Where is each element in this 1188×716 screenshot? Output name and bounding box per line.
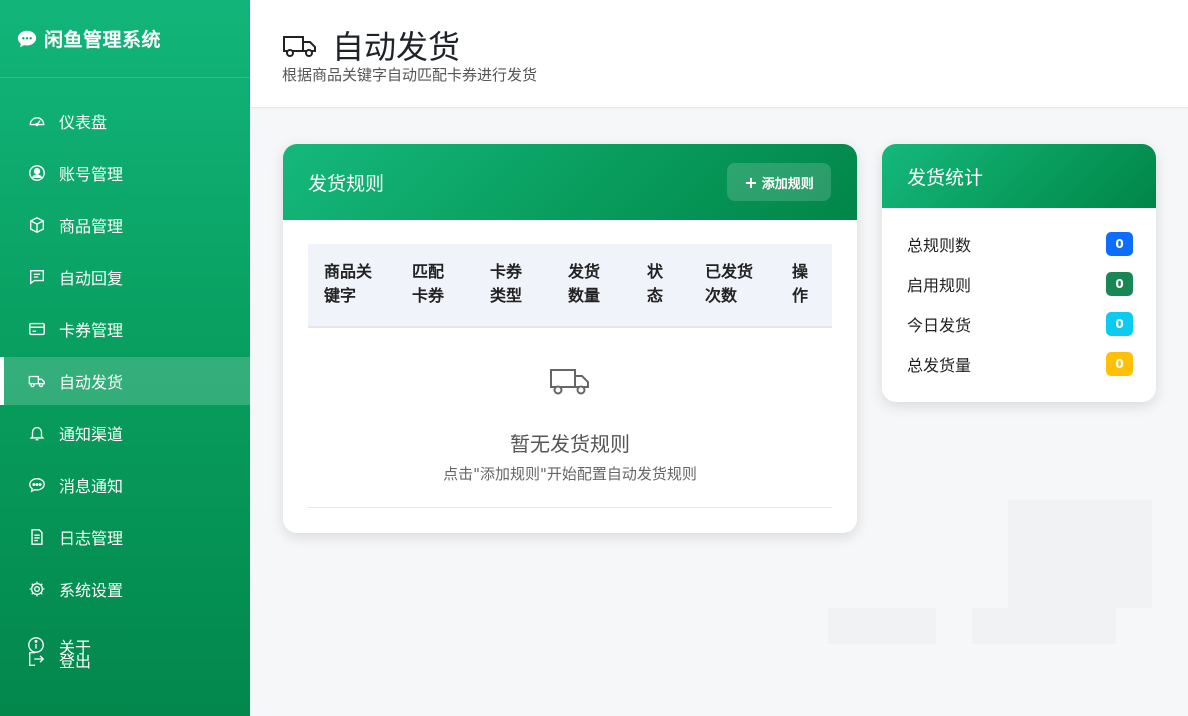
stat-total-rules: 总规则数 0 — [907, 230, 1133, 258]
sidebar-item-label: 仪表盘 — [59, 113, 108, 132]
gear-icon — [27, 579, 47, 599]
stat-total-delivered: 总发货量 0 — [907, 350, 1133, 378]
sidebar-item-auto-delivery[interactable]: 自动发货 — [0, 357, 250, 405]
delivery-rules-card: 发货规则 + 添加规则 商品关 键字 匹配 卡券 卡券 类型 发货 数量 状态 已发货次… — [283, 144, 857, 533]
sidebar-nav: 仪表盘 账号管理 商品管理 自动回复 卡券管理 自动发货 通知渠道 消息通知 日… — [0, 97, 250, 617]
stat-label: 总发货量 — [907, 356, 972, 375]
sidebar-item-label: 日志管理 — [59, 529, 124, 548]
page-header: 自动发货 根据商品关键字自动匹配卡券进行发货 — [250, 0, 1188, 108]
column-header[interactable]: 发货 数量 — [552, 244, 631, 328]
sidebar-item-label: 登出 — [59, 652, 92, 671]
sidebar-item-label: 商品管理 — [59, 217, 124, 236]
card-icon — [27, 319, 47, 339]
stat-badge: 0 — [1106, 312, 1133, 336]
message-square-icon — [27, 267, 47, 287]
column-header[interactable]: 匹配 卡券 — [396, 244, 474, 328]
logout-icon — [27, 650, 47, 670]
column-header[interactable]: 操作 — [776, 244, 832, 328]
plus-icon: + — [744, 172, 758, 192]
sidebar-item-label: 自动发货 — [59, 373, 124, 392]
stat-label: 总规则数 — [907, 236, 972, 255]
document-icon — [27, 527, 47, 547]
background-decoration — [972, 608, 1116, 644]
card-title: 发货统计 — [907, 166, 984, 189]
bell-icon — [27, 423, 47, 443]
table-header-row: 商品关 键字 匹配 卡券 卡券 类型 发货 数量 状态 已发货 次数 操作 — [308, 244, 832, 328]
sidebar-item-products[interactable]: 商品管理 — [0, 201, 250, 249]
stat-badge: 0 — [1106, 352, 1133, 376]
page-subtitle: 根据商品关键字自动匹配卡券进行发货 — [282, 66, 538, 84]
card-header: 发货统计 — [882, 144, 1156, 208]
speedometer-icon — [27, 111, 47, 131]
truck-icon — [282, 27, 318, 63]
sidebar: 闲鱼管理系统 仪表盘 账号管理 商品管理 自动回复 卡券管理 自动发货 通知渠道… — [0, 0, 250, 716]
sidebar-item-accounts[interactable]: 账号管理 — [0, 149, 250, 197]
stat-badge: 0 — [1106, 272, 1133, 296]
rules-table: 商品关 键字 匹配 卡券 卡券 类型 发货 数量 状态 已发货 次数 操作 — [308, 244, 832, 328]
truck-icon — [549, 361, 591, 403]
background-decoration — [1008, 500, 1152, 608]
sidebar-item-label: 账号管理 — [59, 165, 124, 184]
stat-enabled-rules: 启用规则 0 — [907, 270, 1133, 298]
background-decoration — [828, 608, 936, 644]
chat-bubble-icon — [16, 28, 38, 50]
stat-today-delivered: 今日发货 0 — [907, 310, 1133, 338]
sidebar-item-logs[interactable]: 日志管理 — [0, 513, 250, 561]
column-header[interactable]: 卡券 类型 — [474, 244, 552, 328]
brand-name: 闲鱼管理系统 — [44, 29, 162, 51]
column-header[interactable]: 已发货 次数 — [689, 244, 776, 328]
page-title: 自动发货 — [332, 28, 461, 66]
card-header: 发货规则 + 添加规则 — [283, 144, 857, 220]
sidebar-item-cards[interactable]: 卡券管理 — [0, 305, 250, 353]
empty-hint: 点击"添加规则"开始配置自动发货规则 — [443, 465, 697, 483]
column-header[interactable]: 状态 — [631, 244, 689, 328]
sidebar-item-dashboard[interactable]: 仪表盘 — [0, 97, 250, 145]
stat-label: 今日发货 — [907, 316, 972, 335]
empty-title: 暂无发货规则 — [510, 432, 630, 456]
card-title: 发货规则 — [308, 172, 385, 195]
sidebar-item-label: 系统设置 — [59, 581, 124, 600]
box-icon — [27, 215, 47, 235]
column-header[interactable]: 商品关 键字 — [308, 244, 396, 328]
empty-state: 暂无发货规则 点击"添加规则"开始配置自动发货规则 — [308, 328, 832, 508]
add-rule-label: 添加规则 — [761, 176, 814, 192]
brand: 闲鱼管理系统 — [0, 0, 250, 78]
truck-icon — [27, 371, 47, 391]
chat-dots-icon — [27, 475, 47, 495]
user-circle-icon — [27, 163, 47, 183]
sidebar-item-auto-reply[interactable]: 自动回复 — [0, 253, 250, 301]
add-rule-button[interactable]: + 添加规则 — [727, 163, 831, 201]
delivery-stats-card: 发货统计 总规则数 0 启用规则 0 今日发货 0 总发货量 0 — [882, 144, 1156, 402]
stat-badge: 0 — [1106, 232, 1133, 256]
sidebar-item-logout[interactable]: 登出 — [27, 648, 91, 672]
sidebar-item-label: 消息通知 — [59, 477, 124, 496]
sidebar-item-settings[interactable]: 系统设置 — [0, 565, 250, 613]
sidebar-item-messages[interactable]: 消息通知 — [0, 461, 250, 509]
page-title-row: 自动发货 — [282, 22, 460, 68]
sidebar-item-label: 自动回复 — [59, 269, 124, 288]
sidebar-item-notify-channels[interactable]: 通知渠道 — [0, 409, 250, 457]
stat-label: 启用规则 — [907, 276, 972, 295]
sidebar-item-label: 卡券管理 — [59, 321, 124, 340]
sidebar-item-label: 通知渠道 — [59, 425, 124, 444]
